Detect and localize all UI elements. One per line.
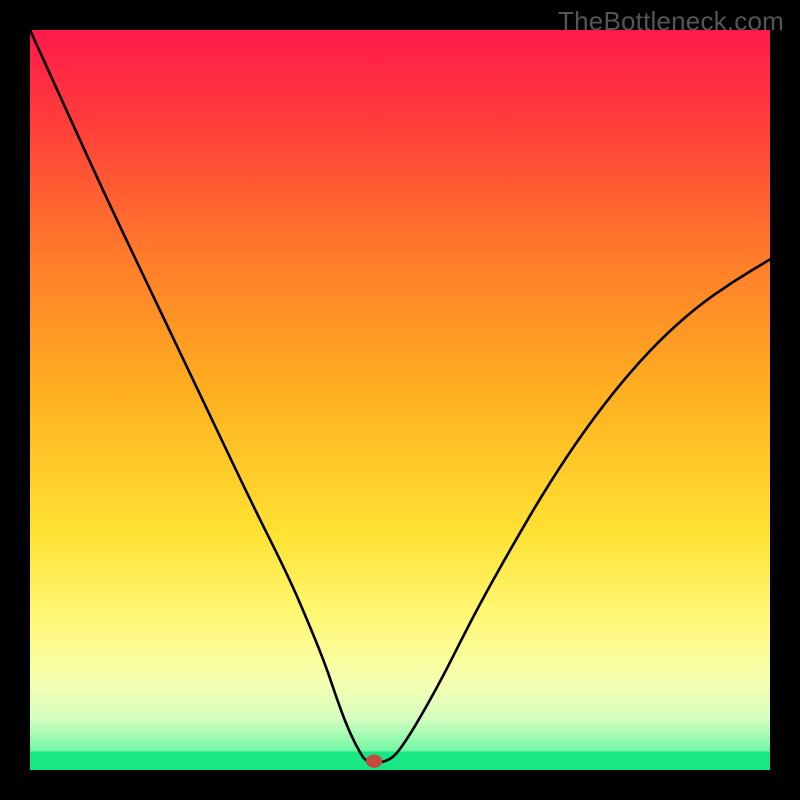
optimal-marker: [366, 754, 382, 767]
chart-svg: [30, 30, 770, 770]
green-band: [30, 752, 770, 771]
chart-container: TheBottleneck.com: [0, 0, 800, 800]
gradient-background: [30, 30, 770, 770]
plot-area: [30, 30, 770, 770]
